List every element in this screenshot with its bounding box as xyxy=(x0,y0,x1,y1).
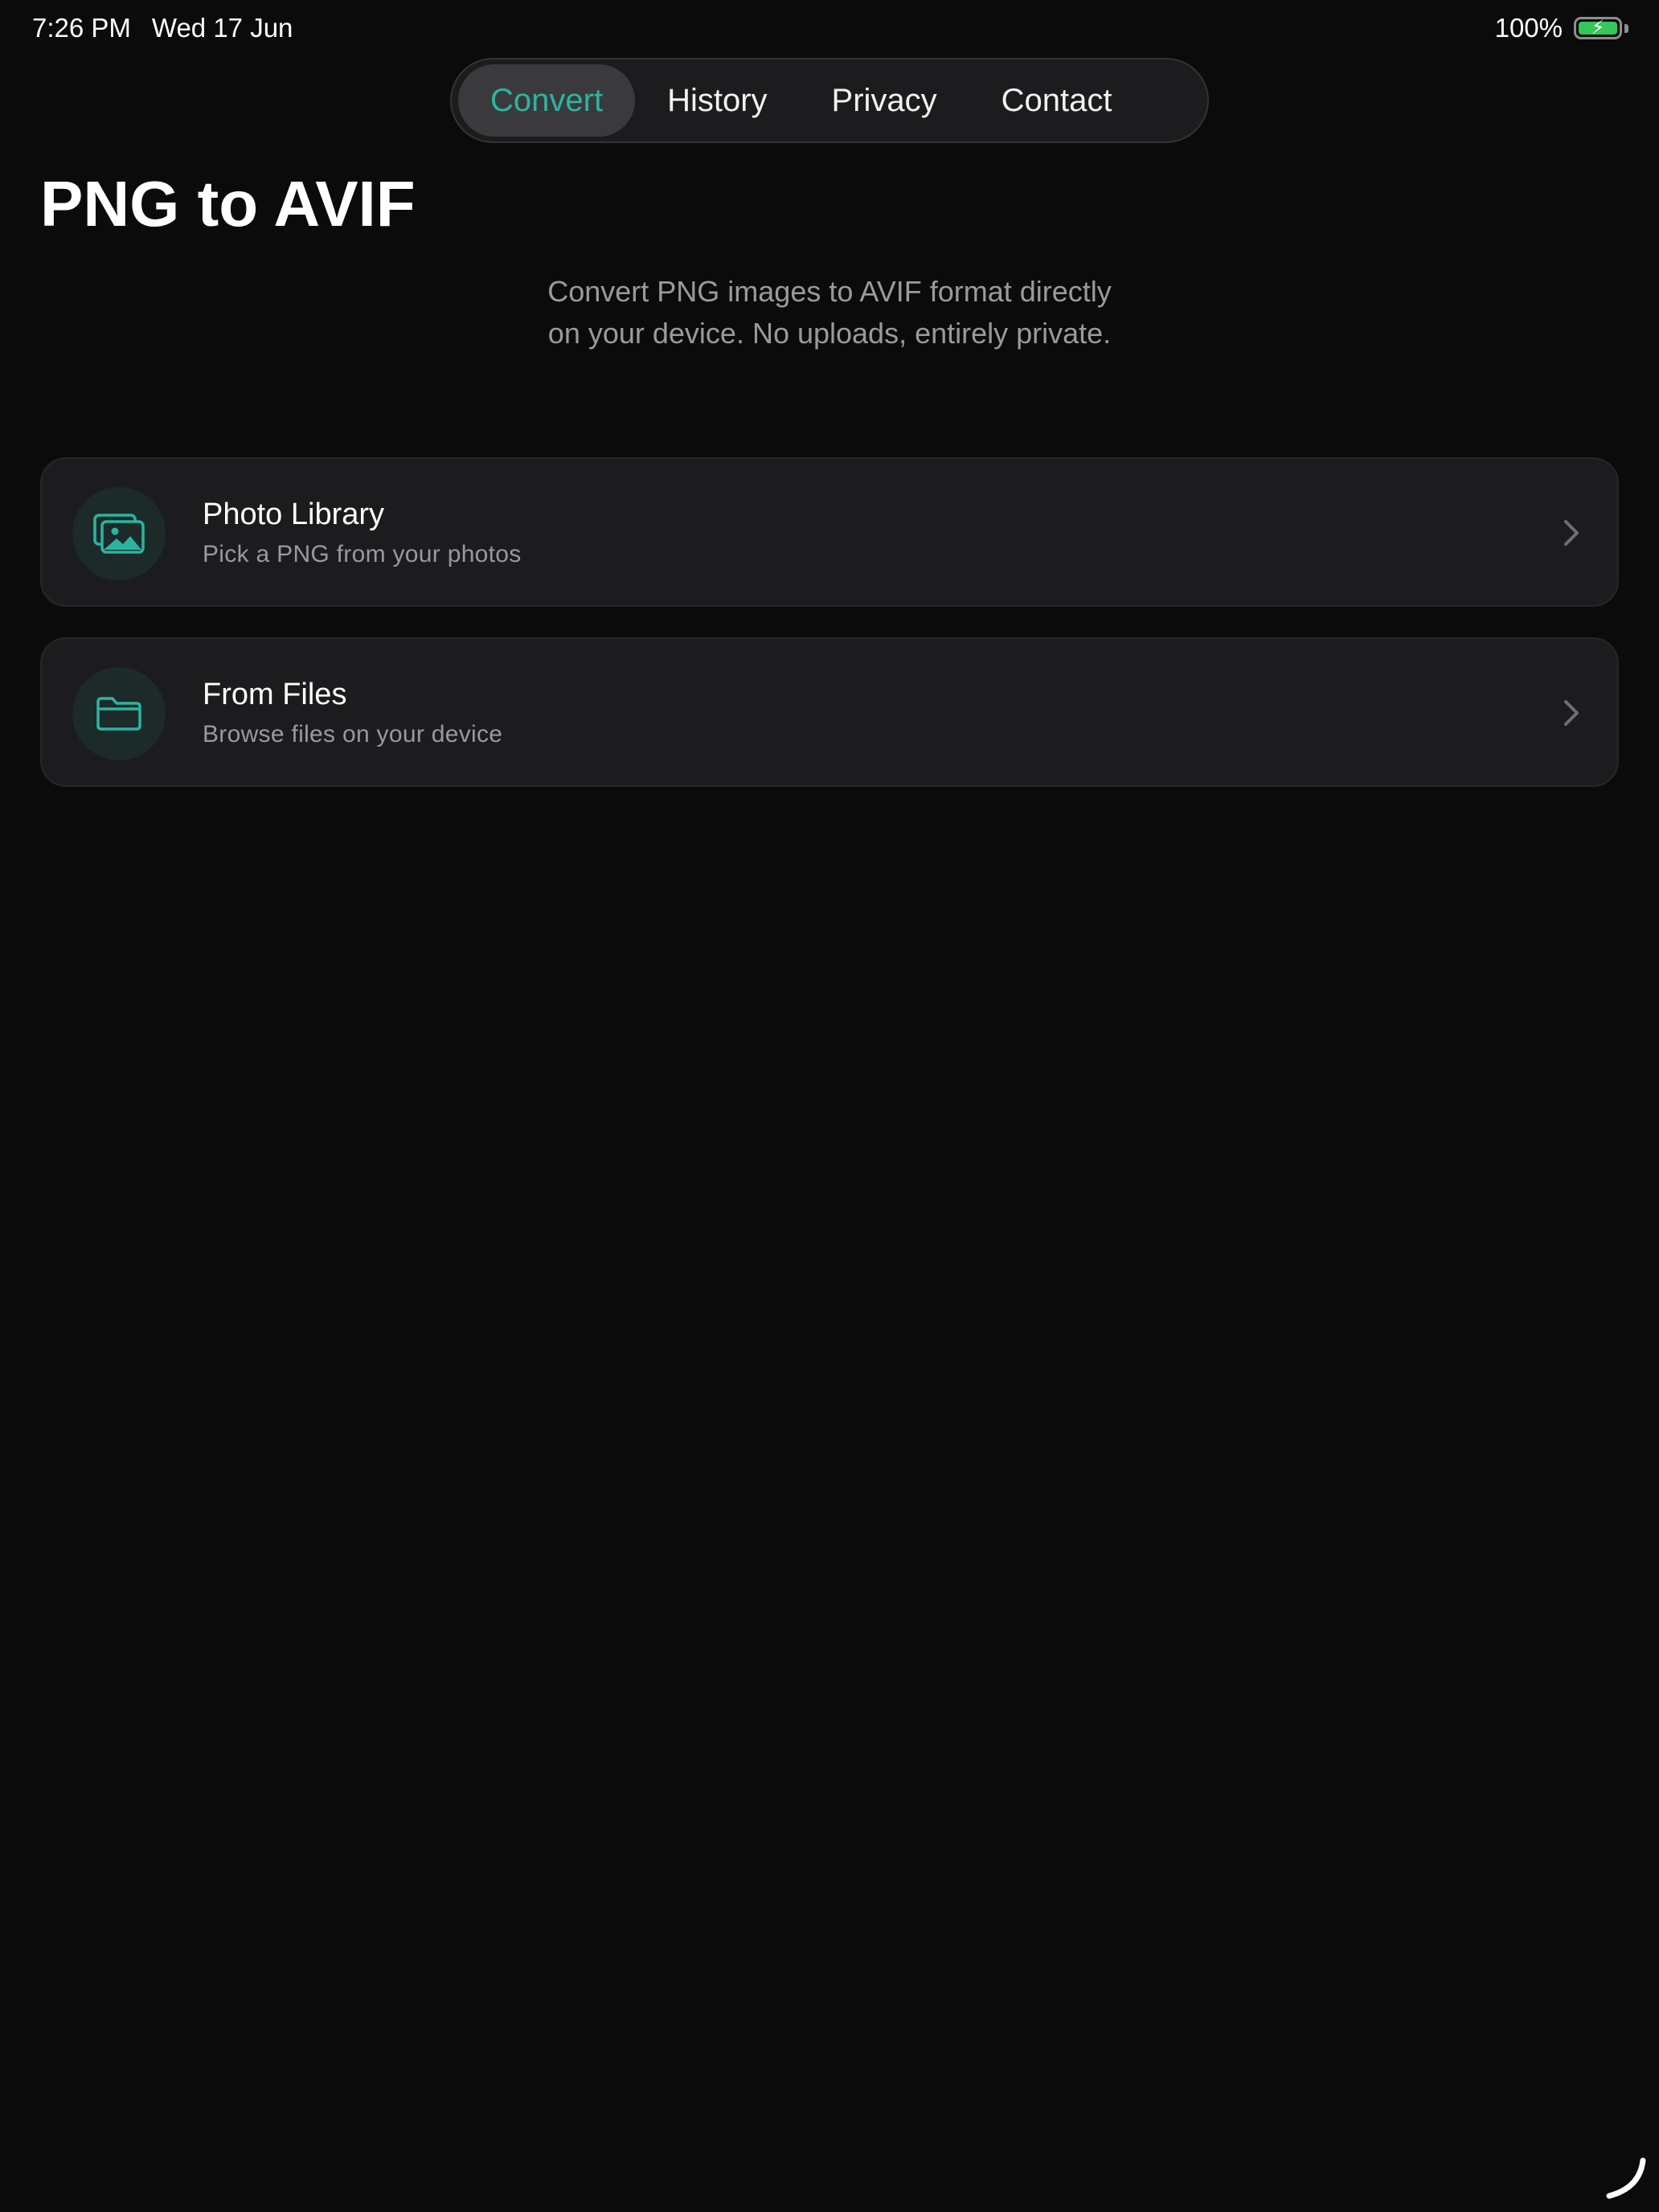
from-files-title: From Files xyxy=(203,678,347,711)
lightning-bolt-icon: ⚡ xyxy=(1591,17,1605,39)
photo-library-title: Photo Library xyxy=(203,498,385,531)
tab-history[interactable]: History xyxy=(635,64,799,137)
tab-privacy[interactable]: Privacy xyxy=(800,64,969,137)
subtitle-line-1: Convert PNG images to AVIF format direct… xyxy=(547,275,1112,308)
from-files-description: Browse files on your device xyxy=(203,721,503,748)
subtitle-line-2: on your device. No uploads, entirely pri… xyxy=(547,317,1112,350)
segmented-nav: Convert History Privacy Contact xyxy=(450,58,1209,143)
status-right: 100% ⚡ xyxy=(1495,13,1628,43)
status-left: 7:26 PM Wed 17 Jun xyxy=(32,13,293,43)
photo-library-icon-badge xyxy=(72,487,166,580)
photo-library-option[interactable]: Photo Library Pick a PNG from your photo… xyxy=(40,457,1619,607)
chevron-right-icon xyxy=(1564,520,1579,546)
tab-convert[interactable]: Convert xyxy=(458,64,636,137)
home-corner-indicator xyxy=(1606,2157,1646,2199)
screen: 7:26 PM Wed 17 Jun 100% ⚡ Convert History… xyxy=(0,0,1659,2212)
page-subtitle: Convert PNG images to AVIF format direct… xyxy=(428,271,1231,354)
status-time: 7:26 PM xyxy=(32,13,131,43)
status-date: Wed 17 Jun xyxy=(151,13,293,43)
status-bar: 7:26 PM Wed 17 Jun 100% ⚡ xyxy=(0,0,1659,59)
photo-library-description: Pick a PNG from your photos xyxy=(203,541,522,567)
battery-charging-icon: ⚡ xyxy=(1574,17,1622,39)
folder-icon-badge xyxy=(72,667,166,760)
page-title: PNG to AVIF xyxy=(40,168,416,240)
battery-percent: 100% xyxy=(1494,13,1563,43)
battery-cap xyxy=(1624,23,1628,33)
chevron-right-icon xyxy=(1564,700,1579,726)
photo-library-icon xyxy=(93,514,145,554)
tab-contact[interactable]: Contact xyxy=(969,64,1145,137)
from-files-option[interactable]: From Files Browse files on your device xyxy=(40,637,1619,787)
folder-icon xyxy=(96,697,141,731)
